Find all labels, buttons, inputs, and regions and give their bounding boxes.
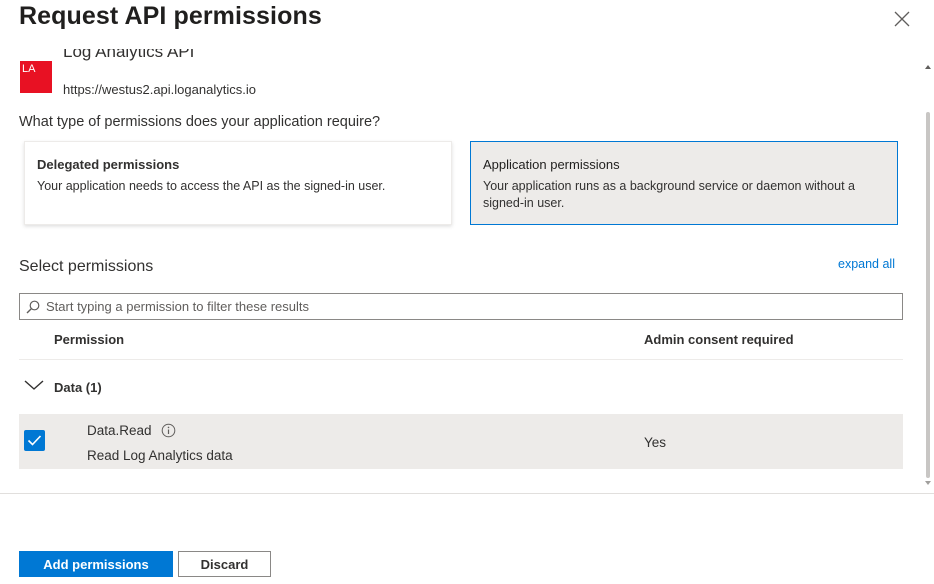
close-icon[interactable] [893,10,911,28]
expand-all-link[interactable]: expand all [838,257,895,271]
scroll-up-arrow-icon[interactable] [925,65,931,69]
column-header-admin-consent[interactable]: Admin consent required [644,332,794,347]
info-icon[interactable] [161,423,176,438]
scroll-down-arrow-icon[interactable] [925,481,931,485]
permission-search-input[interactable] [46,294,896,319]
select-permissions-label: Select permissions [19,258,154,275]
permission-type-question: What type of permissions does your appli… [19,114,381,130]
permission-search-box[interactable] [19,293,903,320]
table-header-divider [19,359,903,360]
chevron-down-icon[interactable] [23,378,45,392]
panel-content: LA Log Analytics API https://westus2.api… [0,49,922,493]
permission-name: Data.Read [87,423,152,438]
delegated-permissions-card[interactable]: Delegated permissions Your application n… [24,141,452,225]
panel-scrollbar[interactable] [922,60,934,490]
permission-group-data[interactable]: Data (1) [19,371,903,405]
application-permissions-card[interactable]: Application permissions Your application… [470,141,898,225]
checkmark-icon [27,435,42,446]
api-logo: LA [20,61,52,93]
application-permissions-description: Your application runs as a background se… [483,179,855,210]
permission-group-label: Data (1) [54,380,102,395]
permission-description: Read Log Analytics data [87,448,233,463]
delegated-permissions-description: Your application needs to access the API… [37,179,386,193]
search-icon [26,300,40,314]
add-permissions-button[interactable]: Add permissions [19,551,173,577]
scrollbar-thumb[interactable] [926,112,930,478]
permission-row: Data.Read Read Log Analytics data Yes [19,414,903,469]
footer-divider [0,493,934,494]
application-permissions-title: Application permissions [483,157,620,172]
admin-consent-value: Yes [644,435,667,450]
column-header-permission[interactable]: Permission [54,332,124,347]
permission-checkbox[interactable] [24,430,45,451]
api-url: https://westus2.api.loganalytics.io [63,82,256,97]
panel-title: Request API permissions [19,2,322,30]
discard-button[interactable]: Discard [178,551,271,577]
api-name: Log Analytics API [63,49,195,61]
delegated-permissions-title: Delegated permissions [37,157,180,172]
